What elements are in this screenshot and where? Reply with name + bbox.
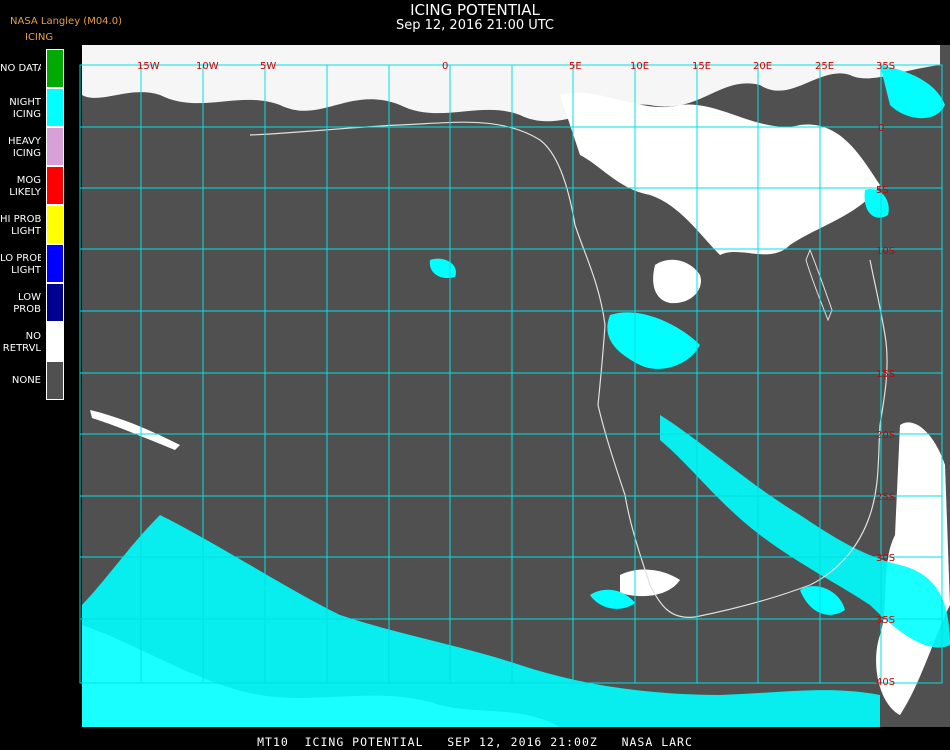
lat-label-0: 0 (878, 123, 884, 134)
lon-label-5e: 5E (569, 61, 582, 72)
lon-label-10w: 10W (196, 61, 219, 72)
lat-label-35s: 35S (876, 615, 895, 626)
lat-label-25s: 25S (876, 492, 895, 503)
lat-label-15s: 15S (876, 369, 895, 380)
lat-label-30s: 30S (876, 553, 895, 564)
chart-title: ICING POTENTIAL (410, 1, 540, 19)
lon-label-0: 0 (442, 61, 448, 72)
lat-label-10s: 10S (876, 246, 895, 257)
lon-label-20e: 20E (753, 61, 772, 72)
lon-label-15e: 15E (692, 61, 711, 72)
product-label: ICING (25, 32, 54, 43)
lon-label-10e: 10E (630, 61, 649, 72)
lat-label-20s: 20S (876, 430, 895, 441)
icing-map: 15W 10W 5W 0 5E 10E 15E 20E 25E 35S 0 5S… (79, 45, 950, 727)
lon-label-15w: 15W (137, 61, 160, 72)
lat-label-5s: 5S (876, 185, 889, 196)
lat-label-40s: 40S (876, 677, 895, 688)
lon-label-5w: 5W (260, 61, 276, 72)
valid-time: Sep 12, 2016 21:00 UTC (395, 18, 555, 33)
producer-label: NASA Langley (M04.0) (10, 16, 122, 27)
footer-caption: MT10 ICING POTENTIAL SEP 12, 2016 21:00Z… (257, 735, 693, 749)
lon-label-25e: 25E (815, 61, 834, 72)
lon-label-35e: 35S (876, 61, 895, 72)
